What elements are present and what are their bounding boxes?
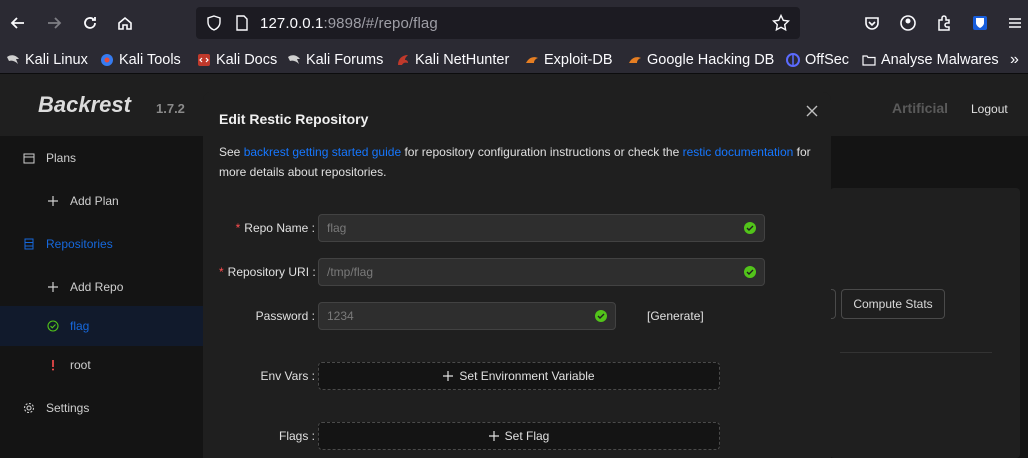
database-icon [22,237,36,251]
plus-icon [46,194,60,208]
close-icon[interactable] [803,103,821,121]
valid-check-icon [595,310,607,322]
page-icon[interactable] [234,15,250,31]
repo-name-label: * Repo Name : [235,221,315,235]
reload-icon[interactable] [78,11,102,35]
exploit-db-icon [525,53,539,67]
kali-dragon-icon [287,53,301,67]
repo-uri-field[interactable]: /tmp/flag [318,258,765,286]
bitwarden-icon[interactable] [968,11,992,35]
url-bar[interactable]: 127.0.0.1:9898/#/repo/flag [196,7,800,39]
set-flag-button[interactable]: Set Flag [318,422,720,450]
home-icon[interactable] [113,11,137,35]
offsec-icon [786,53,800,67]
flags-label: Flags : [278,429,315,443]
account-icon[interactable] [896,11,920,35]
plus-icon [46,280,60,294]
valid-check-icon [744,266,756,278]
shield-icon[interactable] [206,15,222,31]
modal-title: Edit Restic Repository [219,111,369,127]
url-text: 127.0.0.1:9898/#/repo/flag [260,15,438,32]
bookmarks-bar: Kali Linux Kali Tools Kali Docs Kali For… [0,46,1028,74]
getting-started-link[interactable]: backrest getting started guide [244,145,401,159]
bookmark-kali-tools[interactable]: Kali Tools [100,51,181,69]
content-divider [840,352,992,353]
kali-docs-icon [197,53,211,67]
generate-password-link[interactable]: [Generate] [647,309,704,323]
version-label: 1.7.2 [156,101,185,116]
bookmark-exploit-db[interactable]: Exploit-DB [525,51,613,69]
exclamation-icon [46,358,60,372]
password-label: Password : [255,309,315,323]
compute-stats-button[interactable]: Compute Stats [841,289,945,319]
sidebar-item-plans[interactable]: Plans [0,138,204,178]
repo-uri-label: * Repository URI : [219,265,316,279]
plus-icon [443,371,454,381]
folder-icon [862,53,876,67]
sidebar-item-repo-flag[interactable]: flag [0,306,204,346]
bookmark-kali-docs[interactable]: Kali Docs [197,51,277,69]
set-env-var-button[interactable]: Set Environment Variable [318,362,720,390]
kali-tools-icon [100,53,114,67]
sidebar-item-settings[interactable]: Settings [0,388,204,428]
valid-check-icon [744,222,756,234]
sidebar-item-add-repo[interactable]: Add Repo [0,267,204,307]
bookmark-kali-forums[interactable]: Kali Forums [287,51,383,69]
browser-toolbar: 127.0.0.1:9898/#/repo/flag [0,0,1028,46]
bookmark-google-hacking-db[interactable]: Google Hacking DB [628,51,774,69]
nethunter-icon [396,53,410,67]
calendar-icon [22,151,36,165]
ghdb-icon [628,53,642,67]
pocket-icon[interactable] [860,11,884,35]
kali-dragon-icon [6,53,20,67]
bookmark-offsec[interactable]: OffSec [786,51,849,69]
sidebar-item-repositories[interactable]: Repositories [0,224,204,264]
logout-link[interactable]: Logout [971,102,1008,116]
env-vars-label: Env Vars : [260,369,315,383]
extensions-icon[interactable] [932,11,956,35]
bookmarks-overflow-icon[interactable]: » [1010,51,1019,69]
bookmark-kali-linux[interactable]: Kali Linux [6,51,88,69]
repo-name-field[interactable]: flag [318,214,765,242]
backrest-logo[interactable]: Backrest [38,92,131,118]
plus-icon [488,431,499,441]
sidebar-item-repo-root[interactable]: root [0,345,204,385]
check-circle-icon [46,319,60,333]
gear-icon [22,401,36,415]
password-field[interactable]: 1234 [318,302,616,330]
user-name: Artificial [892,100,949,116]
back-icon[interactable] [6,11,30,35]
forward-icon[interactable] [42,11,66,35]
sidebar: Plans Add Plan Repositories Add Repo fla… [0,136,204,458]
menu-icon[interactable] [1003,11,1027,35]
edit-repo-modal: Edit Restic Repository See backrest gett… [203,92,831,458]
bookmark-analyse-malwares[interactable]: Analyse Malwares [862,51,999,69]
repo-detail-panel [830,188,1020,458]
sidebar-item-add-plan[interactable]: Add Plan [0,181,204,221]
modal-description: See backrest getting started guide for r… [219,145,811,179]
bookmark-star-icon[interactable] [772,14,790,32]
restic-docs-link[interactable]: restic documentation [683,145,794,159]
bookmark-kali-nethunter[interactable]: Kali NetHunter [396,51,509,69]
